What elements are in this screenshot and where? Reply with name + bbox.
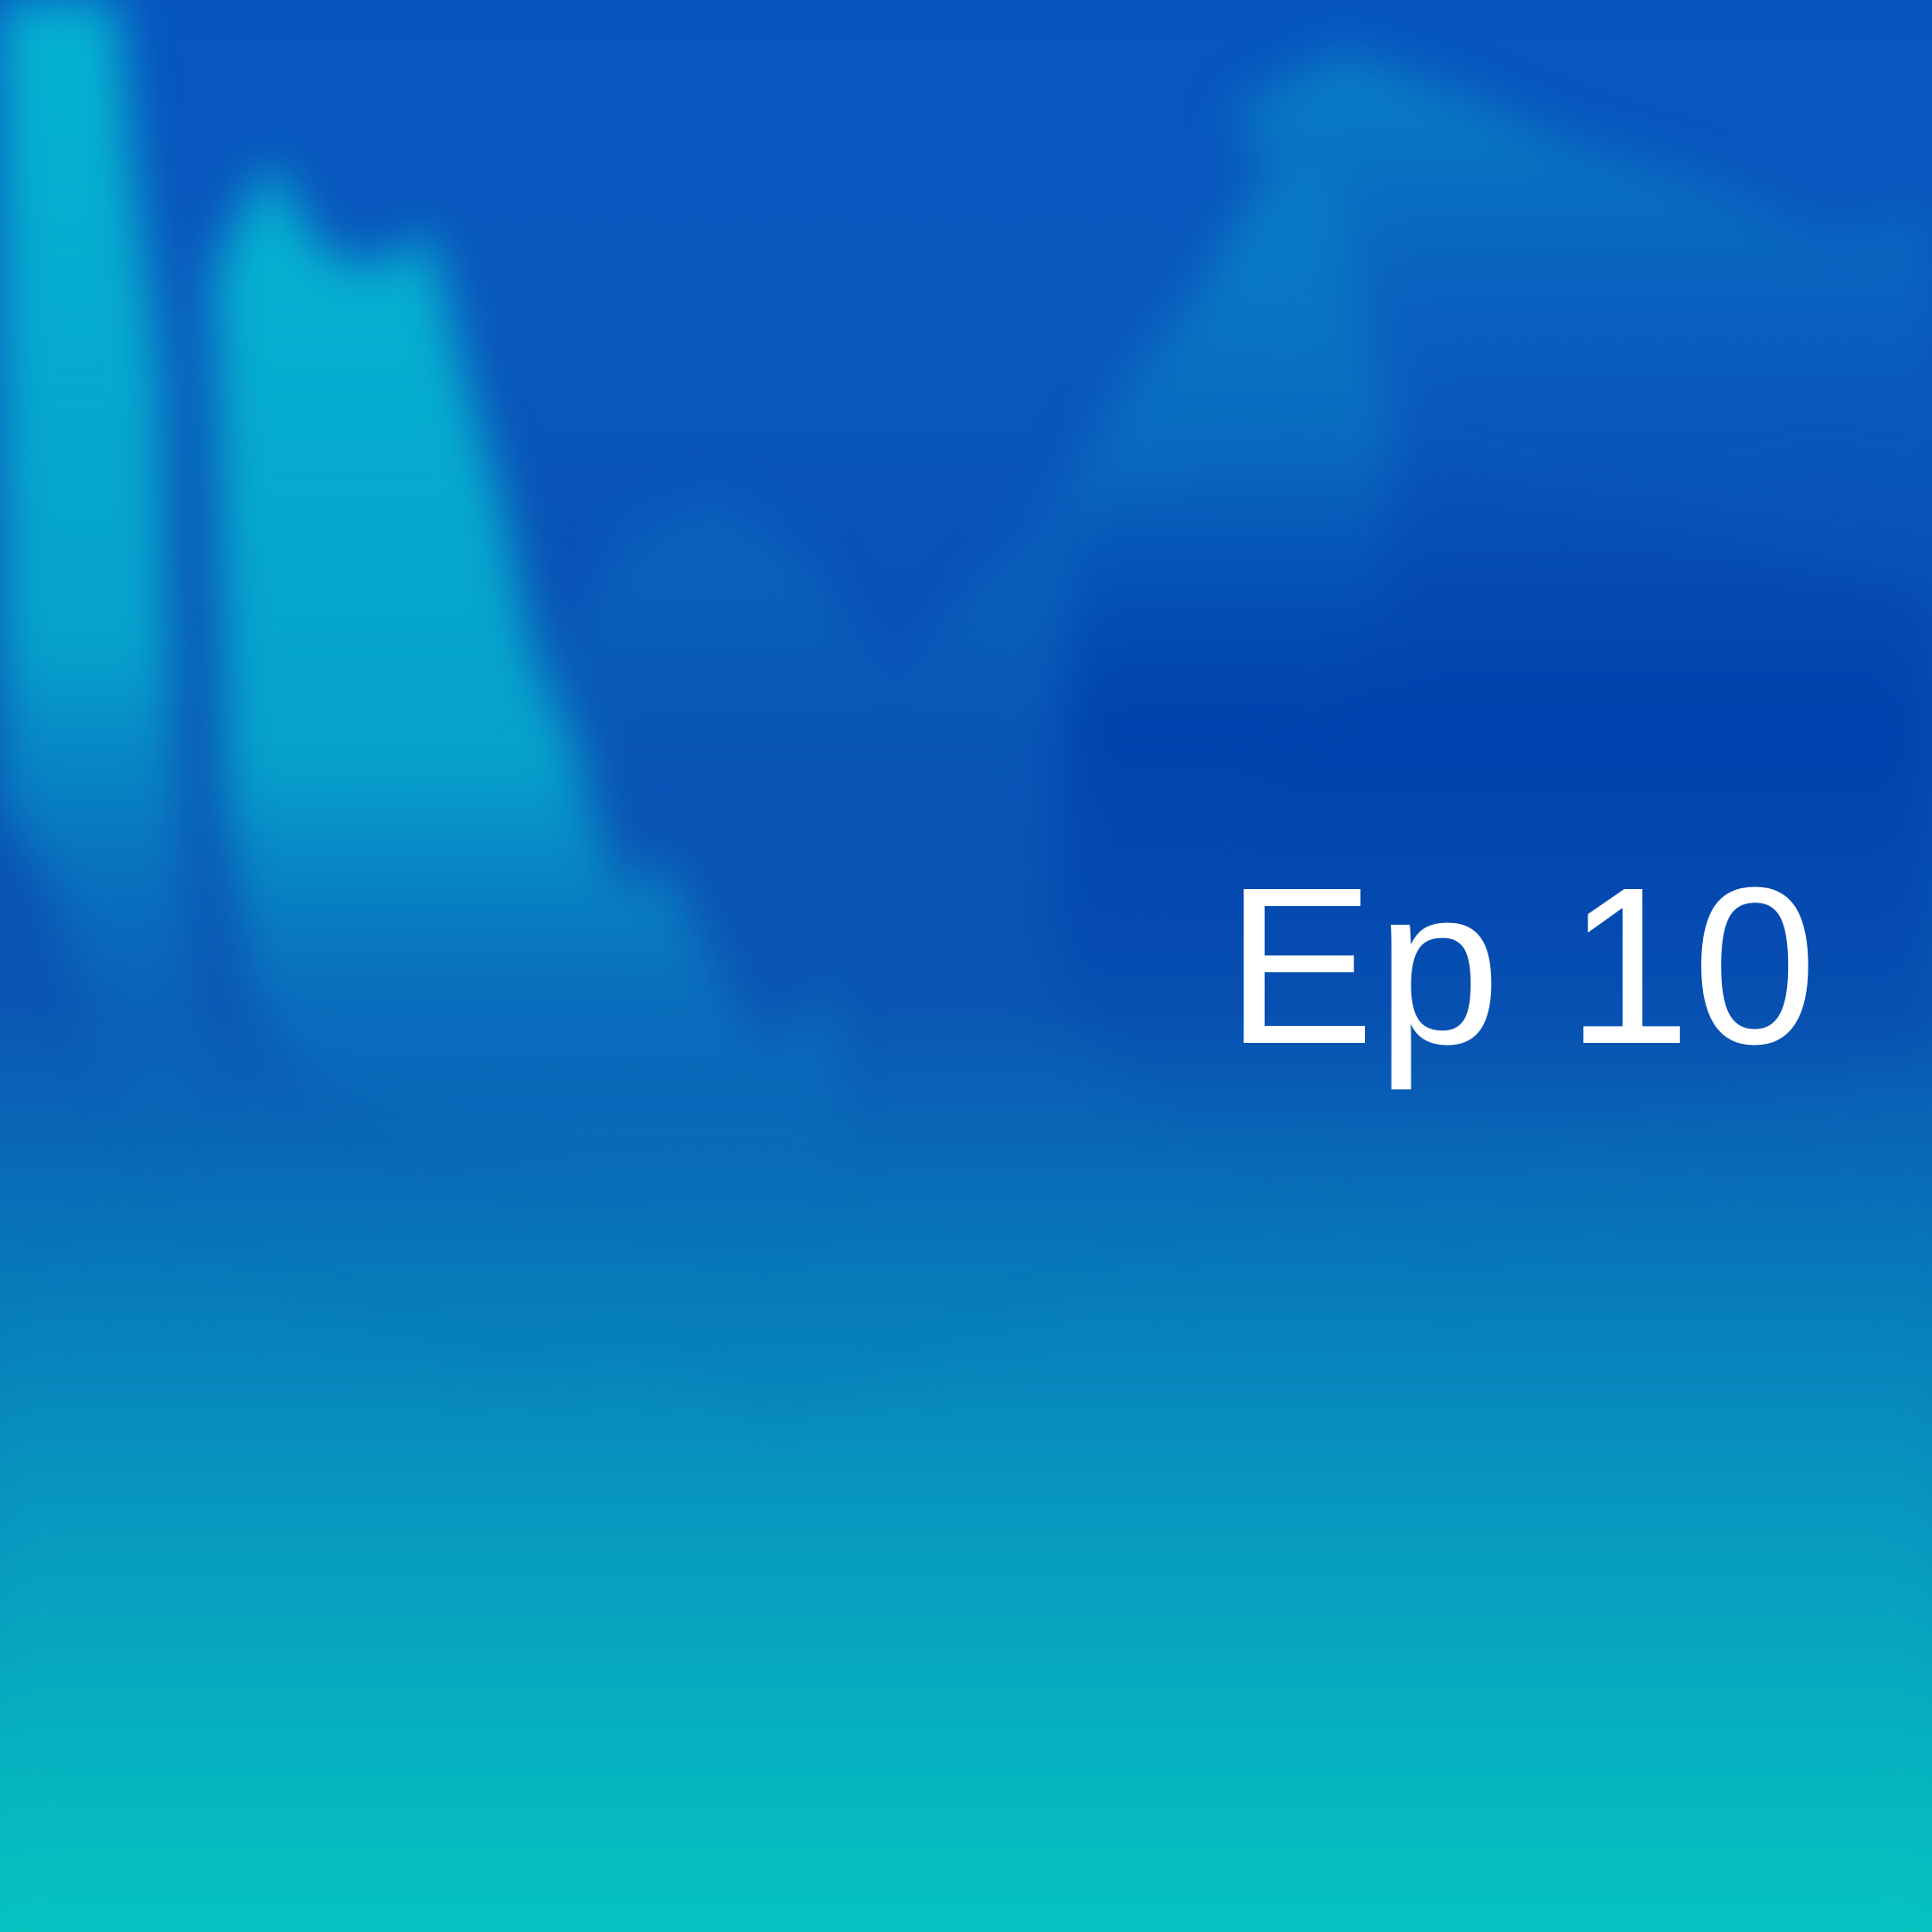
episode-label: Ep 10 [1225,841,1819,1090]
cyan-streak-left [0,0,206,1181]
podcast-cover: Ep 10 [0,0,1932,1932]
teal-rise-bottom [0,1163,1932,1932]
